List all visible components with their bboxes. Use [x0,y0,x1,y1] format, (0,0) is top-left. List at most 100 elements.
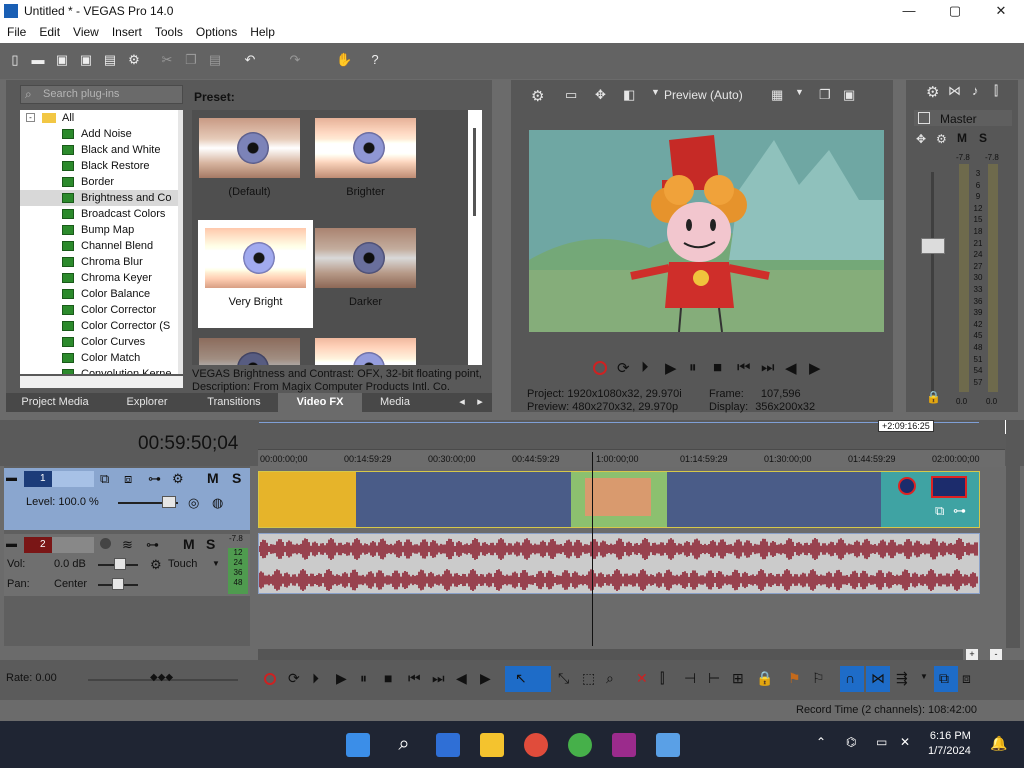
loop-region-bar[interactable] [259,422,979,428]
plugin-item[interactable]: Black and White [20,142,183,158]
preset-more-2[interactable] [308,330,423,365]
trim-end-icon[interactable]: ⊢ [708,670,720,687]
menu-help[interactable]: Help [243,23,281,39]
zoom-in-button[interactable]: + [966,649,978,660]
normal-edit-tool-button[interactable]: ↖ [505,666,551,692]
timeline-horizontal-scrollbar[interactable] [258,649,963,660]
open-folder-icon[interactable]: ▬ [31,53,45,67]
timeline-play-from-start-icon[interactable]: ⏵ [312,670,319,687]
plugin-item[interactable]: Border [20,174,183,190]
plugin-item[interactable]: Black Restore [20,158,183,174]
yellow-video-event[interactable] [259,472,356,527]
preview-quality-icon[interactable]: ◧ [623,87,635,103]
plugin-item[interactable]: Channel Blend [20,238,183,254]
teal-video-event[interactable]: ⧉ ⊶ [881,472,979,527]
file-explorer-icon[interactable] [480,733,504,757]
preset-default[interactable]: (Default) [192,110,307,218]
edge-browser-icon[interactable] [436,733,460,757]
enable-snapping-icon[interactable]: ✋ [336,53,352,67]
plugin-item[interactable]: Brightness and Co [20,190,183,206]
master-mute-button[interactable]: M [957,131,967,145]
paste-icon[interactable]: ▤ [208,53,222,67]
properties-gear-icon[interactable]: ⚙ [127,53,141,67]
track-fx-icon[interactable]: ⧈ [124,471,132,487]
preset-darker[interactable]: Darker [308,220,423,328]
master-settings-gear-icon[interactable]: ⚙ [926,83,939,101]
copy-snapshot-icon[interactable]: ❐ [819,87,831,103]
close-button[interactable]: ✕ [978,0,1024,23]
redo-icon[interactable]: ↷ [288,53,302,67]
audio-volume-thumb[interactable] [114,558,126,570]
maximize-button[interactable]: ▢ [932,0,978,23]
go-to-end-icon[interactable]: ⏭ [761,359,775,376]
quality-dropdown-arrow-icon[interactable]: ▼ [651,87,660,97]
track-motion-icon[interactable]: ⧉ [100,471,109,487]
audio-track-header[interactable]: ▬ 2 ≋ ⊶ M S Vol: 0.0 dB ⚙ Touch ▼ Pan: C… [4,534,250,596]
go-to-start-icon[interactable]: ⏮ [737,359,751,376]
plugin-item[interactable]: Broadcast Colors [20,206,183,222]
tree-vertical-scrollbar[interactable] [178,110,183,374]
menu-file[interactable]: File [0,23,32,39]
selection-tool-icon[interactable]: ⬚ [582,670,595,687]
timeline-stop-icon[interactable]: ■ [384,670,392,686]
lock-icon[interactable]: 🔒 [926,390,941,404]
master-fader-track[interactable] [931,172,934,394]
video-solo-button[interactable]: S [232,470,241,486]
menu-view[interactable]: View [66,23,105,39]
fx-gear-icon[interactable]: ⚙ [150,557,162,573]
preview-settings-gear-icon[interactable]: ⚙ [531,87,544,105]
chrome-icon[interactable] [524,733,548,757]
preview-quality-select[interactable]: Preview (Auto) [664,88,743,102]
next-frame-icon[interactable]: ▶ [809,359,821,377]
kiwi-app-icon[interactable] [568,733,592,757]
collapse-audio-track-icon[interactable]: ▬ [6,538,17,550]
master-fader-thumb[interactable] [921,238,945,254]
plugin-tree[interactable]: - All Add Noise Black and White Black Rest… [20,110,183,374]
zoom-out-button[interactable]: - [990,649,1002,660]
save-icon[interactable]: ▣ [55,53,69,67]
preset-more-1[interactable] [192,330,307,365]
tab-scroll-left[interactable]: ◂ [454,393,470,412]
trim-icon[interactable]: ⫿ [660,670,664,687]
master-solo-button[interactable]: S [979,131,987,145]
preset-very-bright[interactable]: Very Bright [198,220,313,328]
collapse-track-icon[interactable]: ▬ [6,472,17,484]
touch-mode-select[interactable]: Touch [168,558,197,570]
menu-insert[interactable]: Insert [105,23,148,39]
arm-for-record-icon[interactable] [100,538,111,549]
parent-overlay-icon[interactable]: ◍ [212,495,223,511]
plugin-item[interactable]: Convolution Kerne [20,366,183,374]
master-fx-icon[interactable] [918,112,930,124]
timeline-empty-area[interactable] [258,596,1005,646]
split-icon[interactable]: ⊞ [732,670,744,687]
video-mute-button[interactable]: M [207,470,219,486]
envelope-tool-icon[interactable]: ⤡ [558,670,569,687]
display-icon[interactable]: ▭ [876,735,887,749]
zoom-tool-icon[interactable]: ⌕ [606,670,614,687]
downmix-icon[interactable]: ⋈ [948,83,961,99]
plugin-item[interactable]: Chroma Keyer [20,270,183,286]
timeline-play-icon[interactable]: ▶ [336,670,347,687]
plugin-item[interactable]: Add Noise [20,126,183,142]
ripple-edit-icon[interactable]: ⇶ [896,670,908,687]
composite-child-icon[interactable]: ◎ [188,495,199,511]
copy-icon[interactable]: ❐ [184,53,198,67]
audio-track-lane[interactable] [258,533,980,594]
timeline-go-to-end-icon[interactable]: ⏭ [432,670,445,687]
winrar-icon[interactable] [612,733,636,757]
trim-start-icon[interactable]: ⊣ [684,670,696,687]
video-track-name-field[interactable] [52,471,94,487]
save-as-icon[interactable]: ▣ [79,53,93,67]
insert-marker-icon[interactable]: ⚑ [788,670,801,687]
plugin-item[interactable]: Color Corrector (S [20,318,183,334]
menu-tools[interactable]: Tools [148,23,189,39]
lock-envelopes-button[interactable]: ⧉ [934,666,958,692]
timeline-previous-frame-icon[interactable]: ◀ [456,670,467,687]
video-level-thumb[interactable] [162,496,176,508]
notification-bell-icon[interactable]: 🔔 [990,735,1007,752]
tree-root-all[interactable]: - All [20,110,183,126]
tab-scroll-right[interactable]: ▸ [472,393,488,412]
menu-edit[interactable]: Edit [32,23,66,39]
touch-dropdown-arrow-icon[interactable]: ▼ [212,559,220,568]
plugin-search-input[interactable]: ⌕ Search plug-ins [20,85,183,104]
